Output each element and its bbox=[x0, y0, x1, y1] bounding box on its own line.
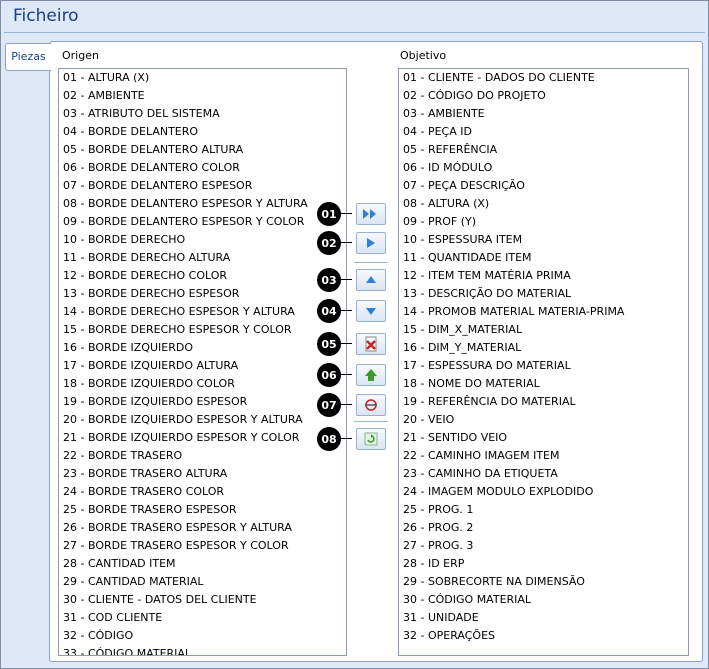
callout-badge-07: 07 bbox=[317, 393, 352, 417]
list-item[interactable]: 08 - ALTURA (X) bbox=[399, 195, 688, 213]
separator-icon bbox=[365, 399, 377, 411]
list-item[interactable]: 19 - REFERÊNCIA DO MATERIAL bbox=[399, 393, 688, 411]
list-item[interactable]: 29 - SOBRECORTE NA DIMENSÃO bbox=[399, 573, 688, 591]
list-item[interactable]: 14 - PROMOB MATERIAL MATERIA-PRIMA bbox=[399, 303, 688, 321]
delete-icon bbox=[365, 336, 377, 352]
list-item[interactable]: 20 - VEIO bbox=[399, 411, 688, 429]
list-item[interactable]: 26 - PROG. 2 bbox=[399, 519, 688, 537]
refresh-button[interactable] bbox=[356, 428, 386, 450]
list-item[interactable]: 24 - IMAGEM MODULO EXPLODIDO bbox=[399, 483, 688, 501]
list-item[interactable]: 12 - ITEM TEM MATÉRIA PRIMA bbox=[399, 267, 688, 285]
list-item[interactable]: 03 - AMBIENTE bbox=[399, 105, 688, 123]
list-item[interactable]: 25 - BORDE TRASERO ESPESOR bbox=[59, 501, 346, 519]
list-item[interactable]: 01 - ALTURA (X) bbox=[59, 69, 346, 87]
list-item[interactable]: 21 - SENTIDO VEIO bbox=[399, 429, 688, 447]
list-item[interactable]: 31 - COD CLIENTE bbox=[59, 609, 346, 627]
callout-badge-02: 02 bbox=[317, 231, 352, 255]
callout-badge-01: 01 bbox=[317, 202, 352, 226]
callout-badge-08: 08 bbox=[317, 427, 352, 451]
tab-piezas[interactable]: Piezas bbox=[5, 43, 51, 71]
list-item[interactable]: 11 - QUANTIDADE ITEM bbox=[399, 249, 688, 267]
move-all-button[interactable] bbox=[356, 203, 386, 225]
list-item[interactable]: 03 - ATRIBUTO DEL SISTEMA bbox=[59, 105, 346, 123]
move-down-button[interactable] bbox=[356, 300, 386, 322]
list-item[interactable]: 32 - OPERAÇÕES bbox=[399, 627, 688, 645]
list-item[interactable]: 17 - ESPESSURA DO MATERIAL bbox=[399, 357, 688, 375]
move-top-button[interactable] bbox=[356, 364, 386, 386]
window-title: Ficheiro bbox=[13, 6, 79, 26]
list-item[interactable]: 23 - CAMINHO DA ETIQUETA bbox=[399, 465, 688, 483]
button-separator bbox=[354, 262, 388, 263]
list-item[interactable]: 28 - CANTIDAD ITEM bbox=[59, 555, 346, 573]
list-item[interactable]: 22 - BORDE TRASERO bbox=[59, 447, 346, 465]
move-up-button[interactable] bbox=[356, 269, 386, 291]
list-item[interactable]: 11 - BORDE DERECHO ALTURA bbox=[59, 249, 346, 267]
list-item[interactable]: 01 - CLIENTE - DADOS DO CLIENTE bbox=[399, 69, 688, 87]
callout-badge-06: 06 bbox=[317, 363, 352, 387]
list-item[interactable]: 05 - BORDE DELANTERO ALTURA bbox=[59, 141, 346, 159]
separator-button[interactable] bbox=[356, 394, 386, 416]
list-item[interactable]: 30 - CÓDIGO MATERIAL bbox=[399, 591, 688, 609]
list-item[interactable]: 06 - ID MÓDULO bbox=[399, 159, 688, 177]
list-item[interactable]: 16 - DIM_Y_MATERIAL bbox=[399, 339, 688, 357]
arrow-right-icon bbox=[367, 238, 375, 248]
home-up-icon bbox=[365, 369, 377, 381]
callout-badge-04: 04 bbox=[317, 299, 352, 323]
list-item[interactable]: 27 - BORDE TRASERO ESPESOR Y COLOR bbox=[59, 537, 346, 555]
list-item[interactable]: 18 - BORDE IZQUIERDO COLOR bbox=[59, 375, 346, 393]
list-item[interactable]: 14 - BORDE DERECHO ESPESOR Y ALTURA bbox=[59, 303, 346, 321]
list-item[interactable]: 32 - CÓDIGO bbox=[59, 627, 346, 645]
list-item[interactable]: 33 - CÓDIGO MATERIAL bbox=[59, 645, 346, 655]
title-divider bbox=[4, 32, 705, 33]
list-item[interactable]: 29 - CANTIDAD MATERIAL bbox=[59, 573, 346, 591]
list-item[interactable]: 04 - PEÇA ID bbox=[399, 123, 688, 141]
callout-badge-03: 03 bbox=[317, 268, 352, 292]
list-item[interactable]: 06 - BORDE DELANTERO COLOR bbox=[59, 159, 346, 177]
button-separator bbox=[354, 421, 388, 422]
list-item[interactable]: 18 - NOME DO MATERIAL bbox=[399, 375, 688, 393]
list-item[interactable]: 05 - REFERÊNCIA bbox=[399, 141, 688, 159]
list-item[interactable]: 09 - BORDE DELANTERO ESPESOR Y COLOR bbox=[59, 213, 346, 231]
list-item[interactable]: 31 - UNIDADE bbox=[399, 609, 688, 627]
origin-label: Origen bbox=[62, 49, 99, 62]
list-item[interactable]: 17 - BORDE IZQUIERDO ALTURA bbox=[59, 357, 346, 375]
list-item[interactable]: 02 - AMBIENTE bbox=[59, 87, 346, 105]
list-item[interactable]: 13 - DESCRIÇÃO DO MATERIAL bbox=[399, 285, 688, 303]
list-item[interactable]: 04 - BORDE DELANTERO bbox=[59, 123, 346, 141]
list-item[interactable]: 15 - BORDE DERECHO ESPESOR Y COLOR bbox=[59, 321, 346, 339]
list-item[interactable]: 07 - PEÇA DESCRIÇÃO bbox=[399, 177, 688, 195]
list-item[interactable]: 21 - BORDE IZQUIERDO ESPESOR Y COLOR bbox=[59, 429, 346, 447]
move-selected-button[interactable] bbox=[356, 232, 386, 254]
target-list[interactable]: 01 - CLIENTE - DADOS DO CLIENTE 02 - CÓDI… bbox=[398, 68, 689, 656]
origin-list[interactable]: 01 - ALTURA (X) 02 - AMBIENTE 03 - ATRIBUT… bbox=[58, 68, 347, 656]
list-item[interactable]: 27 - PROG. 3 bbox=[399, 537, 688, 555]
arrow-down-icon bbox=[366, 308, 376, 315]
delete-button[interactable] bbox=[356, 333, 386, 355]
list-item[interactable]: 15 - DIM_X_MATERIAL bbox=[399, 321, 688, 339]
list-item[interactable]: 20 - BORDE IZQUIERDO ESPESOR Y ALTURA bbox=[59, 411, 346, 429]
list-item[interactable]: 28 - ID ERP bbox=[399, 555, 688, 573]
list-item[interactable]: 09 - PROF (Y) bbox=[399, 213, 688, 231]
list-item[interactable]: 02 - CÓDIGO DO PROJETO bbox=[399, 87, 688, 105]
list-item[interactable]: 08 - BORDE DELANTERO ESPESOR Y ALTURA bbox=[59, 195, 346, 213]
list-item[interactable]: 07 - BORDE DELANTERO ESPESOR bbox=[59, 177, 346, 195]
list-item[interactable]: 12 - BORDE DERECHO COLOR bbox=[59, 267, 346, 285]
list-item[interactable]: 30 - CLIENTE - DATOS DEL CLIENTE bbox=[59, 591, 346, 609]
refresh-icon bbox=[364, 432, 378, 446]
list-item[interactable]: 19 - BORDE IZQUIERDO ESPESOR bbox=[59, 393, 346, 411]
double-arrow-right-icon bbox=[363, 209, 376, 219]
list-item[interactable]: 26 - BORDE TRASERO ESPESOR Y ALTURA bbox=[59, 519, 346, 537]
arrow-up-icon bbox=[366, 276, 376, 283]
list-item[interactable]: 13 - BORDE DERECHO ESPESOR bbox=[59, 285, 346, 303]
list-item[interactable]: 23 - BORDE TRASERO ALTURA bbox=[59, 465, 346, 483]
list-item[interactable]: 10 - BORDE DERECHO bbox=[59, 231, 346, 249]
list-item[interactable]: 16 - BORDE IZQUIERDO bbox=[59, 339, 346, 357]
target-label: Objetivo bbox=[400, 49, 447, 62]
list-item[interactable]: 24 - BORDE TRASERO COLOR bbox=[59, 483, 346, 501]
list-item[interactable]: 22 - CAMINHO IMAGEM ITEM bbox=[399, 447, 688, 465]
list-item[interactable]: 10 - ESPESSURA ITEM bbox=[399, 231, 688, 249]
list-item[interactable]: 25 - PROG. 1 bbox=[399, 501, 688, 519]
callout-badge-05: 05 bbox=[317, 332, 352, 356]
